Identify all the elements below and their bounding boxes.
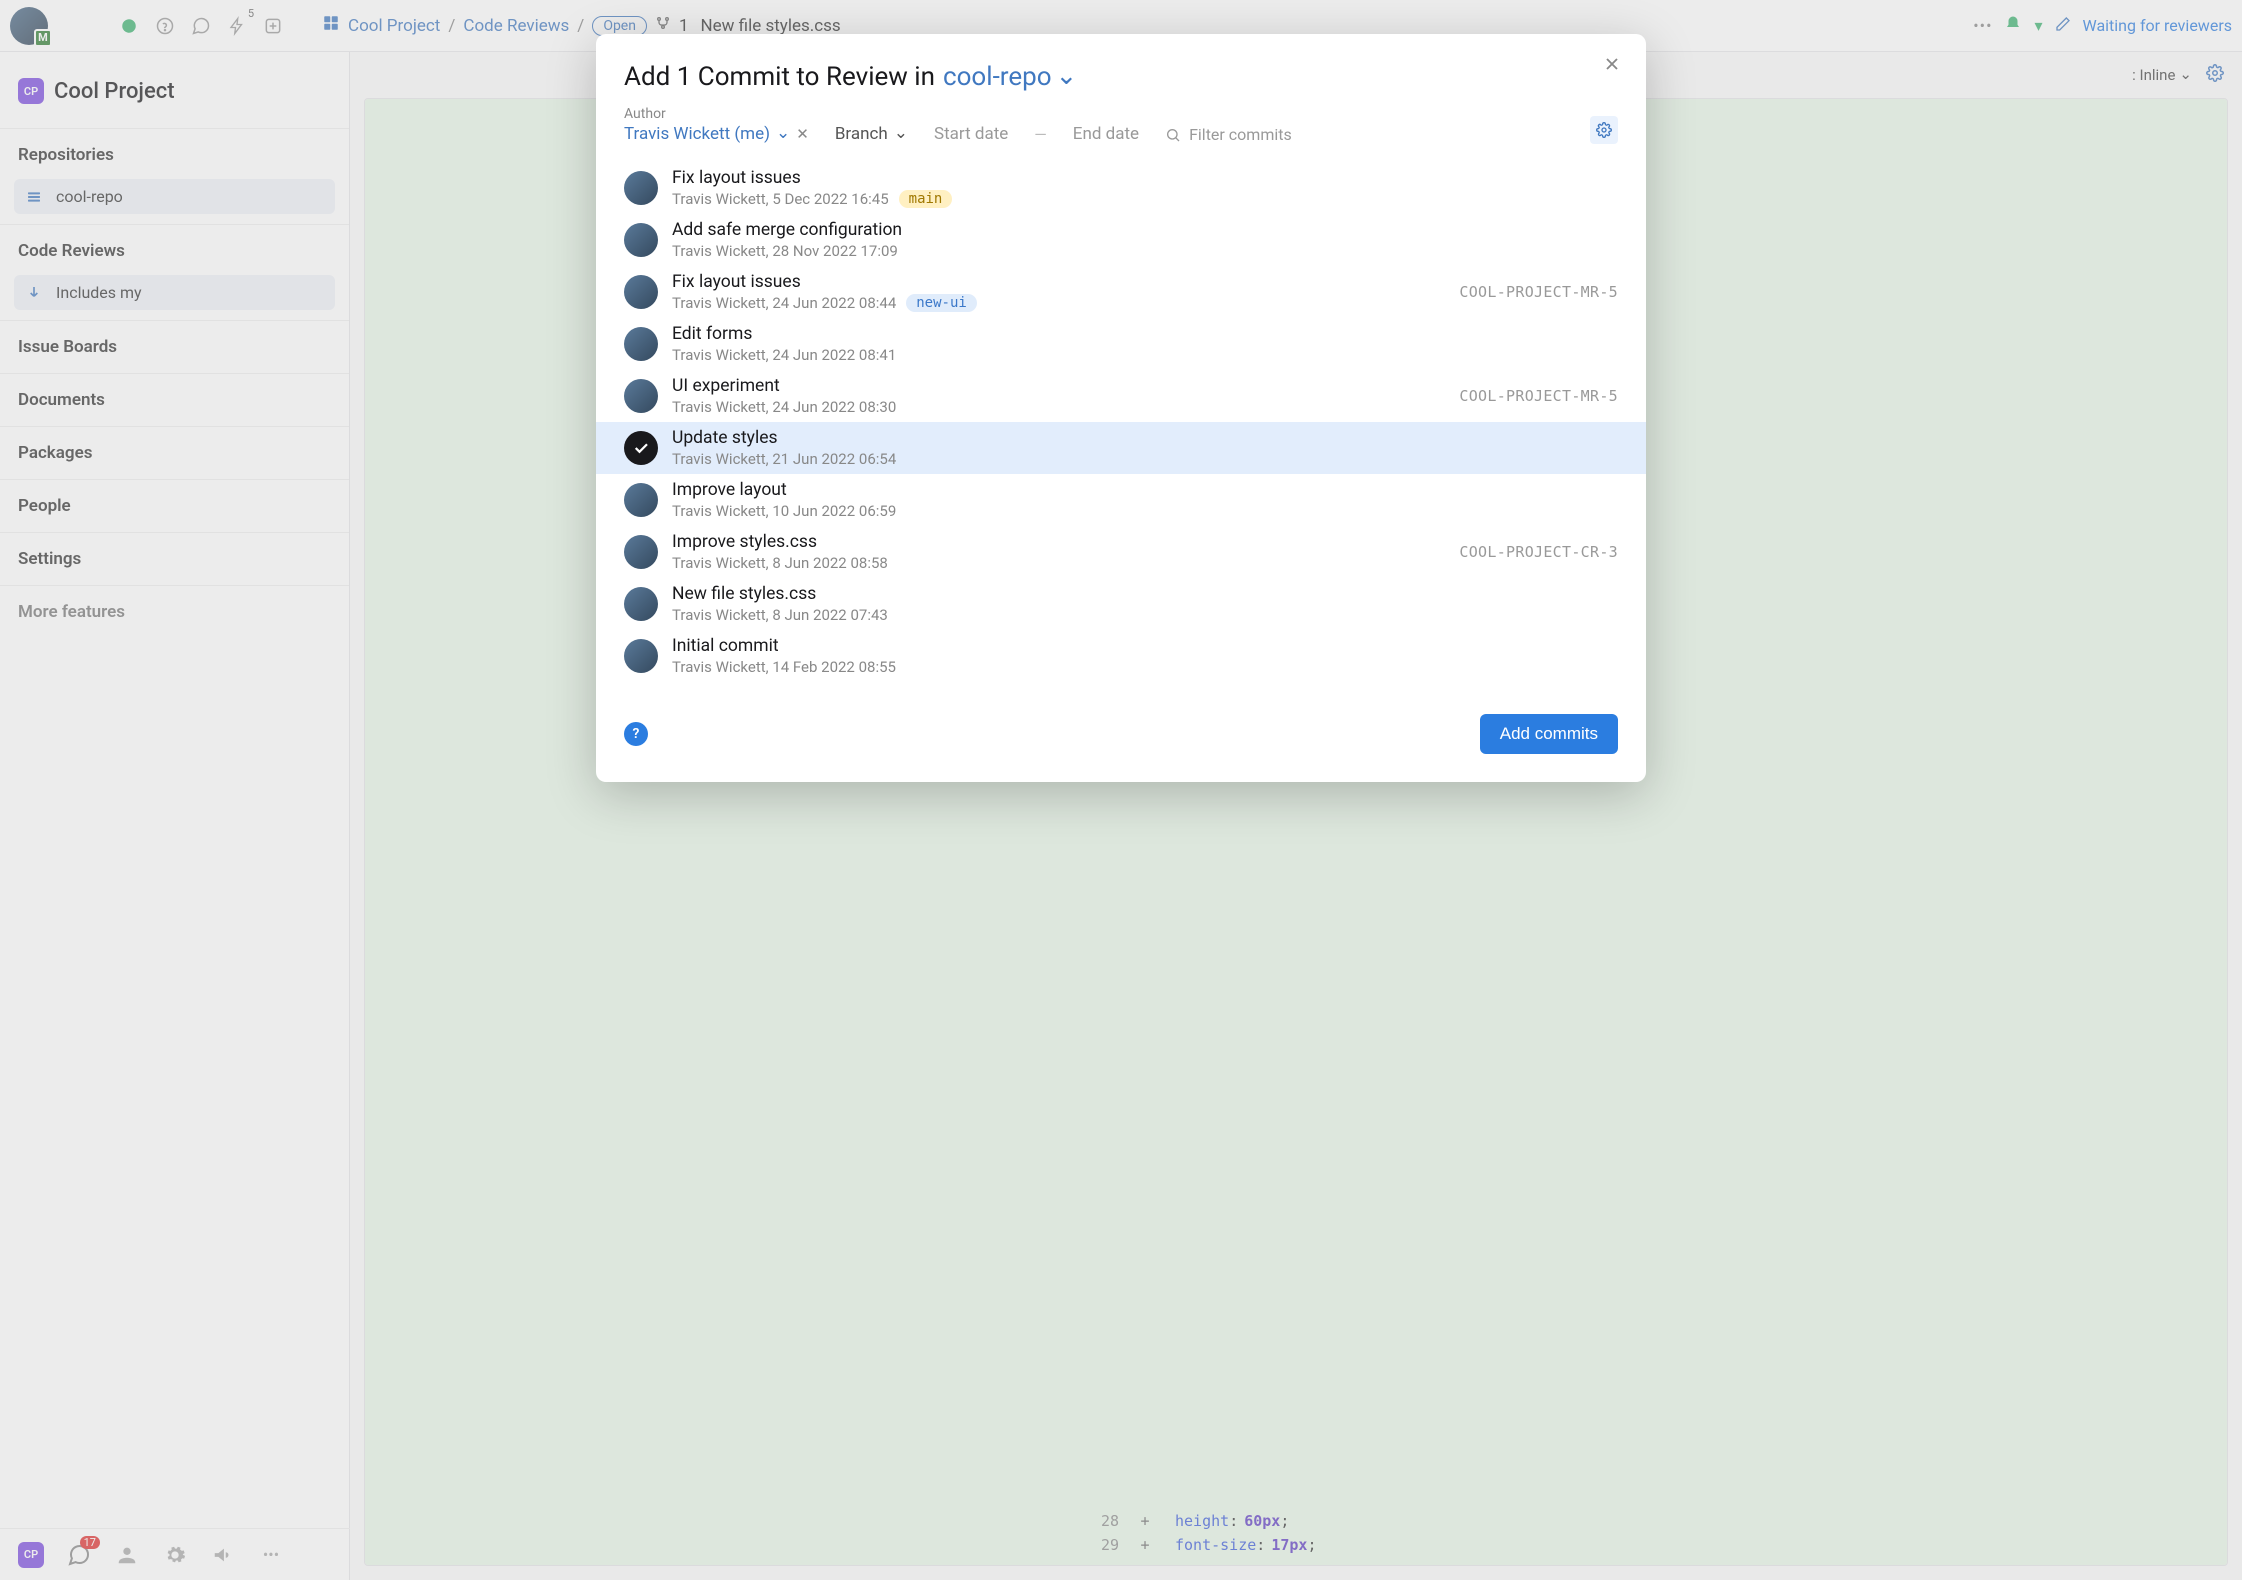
commit-meta: Travis Wickett, 14 Feb 2022 08:55: [672, 658, 896, 676]
close-icon[interactable]: [1602, 54, 1622, 78]
commit-title: Fix layout issues: [672, 168, 952, 188]
chevron-down-icon: ⌄: [776, 123, 790, 143]
author-value: Travis Wickett (me): [624, 124, 770, 144]
commit-body: Fix layout issues Travis Wickett, 5 Dec 2…: [672, 168, 952, 208]
commit-meta: Travis Wickett, 24 Jun 2022 08:41: [672, 346, 896, 364]
commit-ref[interactable]: COOL-PROJECT-CR-3: [1459, 543, 1618, 561]
branch-label: Branch: [835, 124, 888, 144]
commit-avatar: [624, 275, 658, 309]
commit-avatar: [624, 535, 658, 569]
commit-title: Add safe merge configuration: [672, 220, 902, 240]
modal-footer: ? Add commits: [596, 686, 1646, 758]
commit-row[interactable]: Fix layout issues Travis Wickett, 5 Dec 2…: [596, 162, 1646, 214]
commit-title: Improve styles.css: [672, 532, 888, 552]
commit-meta: Travis Wickett, 5 Dec 2022 16:45main: [672, 190, 952, 208]
commit-meta: Travis Wickett, 8 Jun 2022 08:58: [672, 554, 888, 572]
commit-body: Update styles Travis Wickett, 21 Jun 2022…: [672, 428, 896, 468]
commit-title: Improve layout: [672, 480, 896, 500]
commit-row[interactable]: Initial commit Travis Wickett, 14 Feb 202…: [596, 630, 1646, 682]
commit-title: Edit forms: [672, 324, 896, 344]
commit-avatar: [624, 223, 658, 257]
modal-repo-link[interactable]: cool-repo ⌄: [943, 62, 1077, 92]
commit-meta: Travis Wickett, 8 Jun 2022 07:43: [672, 606, 888, 624]
filter-settings-button[interactable]: [1590, 116, 1618, 144]
commit-title: Initial commit: [672, 636, 896, 656]
commit-body: New file styles.css Travis Wickett, 8 Jun…: [672, 584, 888, 624]
filter-placeholder: Filter commits: [1189, 125, 1292, 144]
commit-body: Edit forms Travis Wickett, 24 Jun 2022 08…: [672, 324, 896, 364]
commit-ref[interactable]: COOL-PROJECT-MR-5: [1459, 387, 1618, 405]
start-date[interactable]: Start date: [934, 124, 1008, 144]
filter-commits-input[interactable]: Filter commits: [1165, 125, 1292, 144]
branch-tag: main: [899, 190, 953, 208]
commit-avatar: [624, 171, 658, 205]
commit-row[interactable]: Add safe merge configuration Travis Wicke…: [596, 214, 1646, 266]
commit-title: New file styles.css: [672, 584, 888, 604]
modal-overlay: Add 1 Commit to Review in cool-repo ⌄ Au…: [0, 0, 2242, 1580]
commit-body: Initial commit Travis Wickett, 14 Feb 202…: [672, 636, 896, 676]
date-range-sep: —: [1034, 125, 1047, 144]
commit-avatar: [624, 639, 658, 673]
commit-meta: Travis Wickett, 21 Jun 2022 06:54: [672, 450, 896, 468]
clear-author-icon[interactable]: ✕: [796, 125, 809, 143]
author-label: Author: [624, 106, 809, 122]
chevron-down-icon: ⌄: [1056, 61, 1078, 91]
end-date[interactable]: End date: [1073, 124, 1139, 144]
commit-row[interactable]: Edit forms Travis Wickett, 24 Jun 2022 08…: [596, 318, 1646, 370]
commit-row[interactable]: UI experiment Travis Wickett, 24 Jun 2022…: [596, 370, 1646, 422]
modal-title: Add 1 Commit to Review in cool-repo ⌄: [596, 62, 1646, 98]
commit-list: Fix layout issues Travis Wickett, 5 Dec 2…: [596, 158, 1646, 686]
commit-row[interactable]: Improve styles.css Travis Wickett, 8 Jun …: [596, 526, 1646, 578]
commit-avatar: [624, 483, 658, 517]
commit-title: UI experiment: [672, 376, 896, 396]
commit-meta: Travis Wickett, 24 Jun 2022 08:30: [672, 398, 896, 416]
commit-avatar: [624, 327, 658, 361]
check-icon: [624, 431, 658, 465]
commit-body: Fix layout issues Travis Wickett, 24 Jun …: [672, 272, 977, 312]
author-filter[interactable]: Author Travis Wickett (me) ⌄ ✕: [624, 106, 809, 144]
commit-row[interactable]: Improve layout Travis Wickett, 10 Jun 202…: [596, 474, 1646, 526]
commit-body: Improve styles.css Travis Wickett, 8 Jun …: [672, 532, 888, 572]
commit-row[interactable]: New file styles.css Travis Wickett, 8 Jun…: [596, 578, 1646, 630]
commit-ref[interactable]: COOL-PROJECT-MR-5: [1459, 283, 1618, 301]
modal-title-text: Add 1 Commit to Review in: [624, 62, 935, 92]
filter-row: Author Travis Wickett (me) ⌄ ✕ Branch ⌄ …: [596, 98, 1646, 158]
branch-filter[interactable]: Branch ⌄: [835, 124, 908, 144]
search-icon: [1165, 127, 1181, 143]
commit-row[interactable]: Fix layout issues Travis Wickett, 24 Jun …: [596, 266, 1646, 318]
commit-title: Update styles: [672, 428, 896, 448]
branch-tag: new-ui: [906, 294, 977, 312]
commit-meta: Travis Wickett, 10 Jun 2022 06:59: [672, 502, 896, 520]
commit-body: Improve layout Travis Wickett, 10 Jun 202…: [672, 480, 896, 520]
add-commit-modal: Add 1 Commit to Review in cool-repo ⌄ Au…: [596, 34, 1646, 782]
commit-avatar: [624, 379, 658, 413]
commit-row[interactable]: Update styles Travis Wickett, 21 Jun 2022…: [596, 422, 1646, 474]
commit-title: Fix layout issues: [672, 272, 977, 292]
commit-meta: Travis Wickett, 24 Jun 2022 08:44new-ui: [672, 294, 977, 312]
commit-avatar: [624, 587, 658, 621]
add-commits-button[interactable]: Add commits: [1480, 714, 1618, 754]
commit-body: UI experiment Travis Wickett, 24 Jun 2022…: [672, 376, 896, 416]
modal-repo-name: cool-repo: [943, 62, 1052, 92]
commit-meta: Travis Wickett, 28 Nov 2022 17:09: [672, 242, 902, 260]
chevron-down-icon: ⌄: [894, 123, 908, 143]
help-icon[interactable]: ?: [624, 722, 648, 746]
commit-body: Add safe merge configuration Travis Wicke…: [672, 220, 902, 260]
